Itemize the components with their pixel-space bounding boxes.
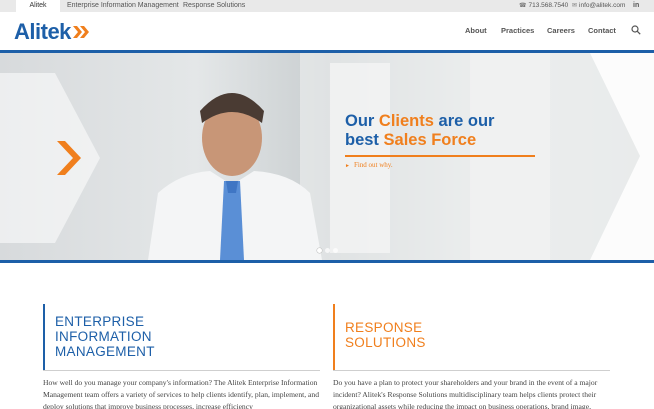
site-header: Alitek About Practices Careers Contact xyxy=(0,12,654,50)
hero-background-graphic xyxy=(0,53,654,260)
nav-about[interactable]: About xyxy=(465,24,487,38)
slider-dot[interactable] xyxy=(333,248,338,253)
rs-divider xyxy=(333,370,610,371)
caret-right-icon: ► xyxy=(345,164,350,169)
hero-text: best xyxy=(345,131,384,149)
tab-enterprise-information-management[interactable]: Enterprise Information Management xyxy=(67,0,179,12)
phone-icon: ☎ xyxy=(519,3,527,9)
alitek-logo[interactable]: Alitek xyxy=(14,19,89,45)
hero-headline-line-1: Our Clients are our xyxy=(345,112,494,131)
eim-heading-block[interactable]: ENTERPRISE INFORMATION MANAGEMENT xyxy=(43,304,320,370)
slider-dot[interactable] xyxy=(325,248,330,253)
search-icon[interactable] xyxy=(631,25,641,35)
title-line: RESPONSE xyxy=(345,320,423,335)
eim-description: How well do you manage your company's in… xyxy=(43,378,320,409)
slider-dot[interactable] xyxy=(317,248,322,253)
tab-alitek[interactable]: Alitek xyxy=(16,0,60,12)
title-line: MANAGEMENT xyxy=(55,344,155,359)
hero-headline: Our Clients are our best Sales Force xyxy=(345,112,494,150)
nav-practices[interactable]: Practices xyxy=(501,24,534,38)
hero-headline-line-2: best Sales Force xyxy=(345,131,494,150)
hero-cta-label: Find out why. xyxy=(353,161,393,169)
hero-underline xyxy=(345,155,535,157)
envelope-icon: ✉ xyxy=(572,3,578,9)
rs-description: Do you have a plan to protect your share… xyxy=(333,378,598,409)
email-link[interactable]: ✉ info@alitek.com xyxy=(572,0,625,12)
hero-highlight: Clients xyxy=(378,112,434,130)
eim-title: ENTERPRISE INFORMATION MANAGEMENT xyxy=(55,314,155,359)
phone-number: 713.568.7540 xyxy=(528,2,569,9)
double-chevron-icon xyxy=(72,26,89,38)
title-line: ENTERPRISE xyxy=(55,314,145,329)
email-address: info@alitek.com xyxy=(579,2,626,9)
title-line: SOLUTIONS xyxy=(345,335,426,350)
eim-divider xyxy=(43,370,320,371)
nav-contact[interactable]: Contact xyxy=(588,24,616,38)
phone-link[interactable]: ☎ 713.568.7540 xyxy=(519,0,568,12)
slider-dots xyxy=(317,248,338,253)
hero-text: Our xyxy=(345,112,379,130)
logo-wordmark: Alitek xyxy=(14,19,71,44)
tab-response-solutions[interactable]: Response Solutions xyxy=(183,0,245,12)
nav-careers[interactable]: Careers xyxy=(547,24,575,38)
hero-text: are our xyxy=(433,112,495,130)
title-line: INFORMATION xyxy=(55,329,152,344)
hero-cta-link[interactable]: ► Find out why. xyxy=(345,161,393,169)
hero-slider: Our Clients are our best Sales Force ► Fi… xyxy=(0,53,654,260)
hero-divider xyxy=(0,260,654,263)
linkedin-icon[interactable]: in xyxy=(633,0,639,12)
hero-highlight: Sales Force xyxy=(383,131,477,149)
rs-heading-block[interactable]: RESPONSE SOLUTIONS xyxy=(333,304,610,370)
rs-title: RESPONSE SOLUTIONS xyxy=(345,320,426,350)
top-utility-bar: Alitek Enterprise Information Management… xyxy=(0,0,654,12)
